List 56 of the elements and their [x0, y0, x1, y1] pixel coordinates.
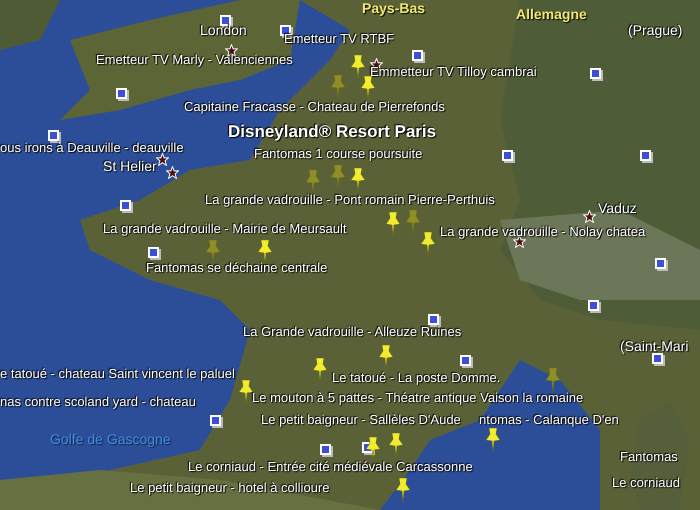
place-label[interactable]: Fantomas 1 course poursuite: [254, 146, 422, 162]
pushpin-icon[interactable]: [365, 437, 381, 461]
place-label[interactable]: La grande vadrouille - Nolay chatea: [440, 224, 646, 240]
place-label[interactable]: Capitaine Fracasse - Chateau de Pierrefonds: [184, 99, 445, 116]
place-label[interactable]: La grande vadrouille - Pont romain Pierre-Perthuis: [205, 192, 495, 208]
place-label[interactable]: e tatoué - chateau Saint vincent le paluel: [0, 366, 235, 382]
photo-marker-icon[interactable]: [412, 50, 423, 61]
place-label[interactable]: Le tatoué - La poste Domme.: [332, 370, 500, 386]
photo-marker-icon[interactable]: [652, 353, 663, 364]
photo-marker-icon[interactable]: [320, 444, 331, 455]
photo-marker-icon[interactable]: [428, 314, 439, 325]
pushpin-icon[interactable]: [257, 240, 273, 264]
photo-marker-icon[interactable]: [280, 25, 291, 36]
city-label: St Helier: [103, 158, 157, 176]
star-icon: [166, 166, 179, 179]
place-label[interactable]: Emetteur TV RTBF: [284, 31, 394, 48]
country-label: Allemagne: [516, 6, 587, 24]
place-label[interactable]: ous irons à Deauville - deauville: [0, 140, 184, 156]
place-label[interactable]: Le corniaud - Entrée cité médiévale Carcassonne: [188, 459, 473, 476]
photo-marker-icon[interactable]: [502, 150, 513, 161]
sea-label: Golfe de Gascogne: [50, 431, 171, 448]
place-label[interactable]: Fantomas se déchaine centrale: [146, 260, 328, 276]
place-label[interactable]: La Grande vadrouille - Alleuze Ruines: [243, 324, 462, 340]
place-label[interactable]: Le mouton à 5 pattes - Théatre antique Vaison la romaine: [252, 390, 584, 406]
photo-marker-icon[interactable]: [120, 200, 131, 211]
photo-marker-icon[interactable]: [460, 355, 471, 366]
place-label[interactable]: Fantomas: [620, 449, 678, 466]
photo-marker-icon[interactable]: [148, 247, 159, 258]
place-label[interactable]: Emetteur TV Marly - Valenciennes: [96, 52, 293, 68]
photo-marker-icon[interactable]: [48, 130, 59, 141]
photo-marker-icon[interactable]: [590, 68, 601, 79]
star-icon: [513, 235, 526, 248]
city-label: (Prague): [628, 22, 682, 40]
place-label[interactable]: Emmetteur TV Tilloy cambrai: [370, 64, 537, 80]
photo-marker-icon[interactable]: [210, 415, 221, 426]
place-label[interactable]: La grande vadrouille - Mairie de Meursault: [103, 221, 347, 238]
place-label[interactable]: nas contre scoland yard - chateau: [0, 394, 196, 410]
star-icon: [156, 153, 169, 166]
country-label: Pays-Bas: [362, 0, 426, 18]
place-label[interactable]: Disneyland® Resort Paris: [228, 121, 436, 142]
city-label: Vaduz: [598, 200, 637, 218]
star-icon: [583, 210, 596, 223]
place-label[interactable]: Le corniaud: [612, 475, 680, 492]
photo-marker-icon[interactable]: [640, 150, 651, 161]
photo-marker-icon[interactable]: [588, 300, 599, 311]
pushpin-icon[interactable]: [395, 478, 411, 502]
place-label[interactable]: Le petit baigneur - Sallèles D'Aude: [261, 412, 461, 428]
city-label: London: [200, 22, 247, 40]
pushpin-icon[interactable]: [485, 428, 501, 452]
pushpin-icon[interactable]: [238, 380, 254, 404]
photo-marker-icon[interactable]: [220, 15, 231, 26]
photo-marker-icon[interactable]: [116, 88, 127, 99]
photo-marker-icon[interactable]: [655, 258, 666, 269]
place-label[interactable]: ntomas - Calanque D'en: [479, 412, 619, 428]
city-label: (Saint-Mari: [620, 338, 688, 356]
pushpin-icon[interactable]: [360, 76, 376, 100]
